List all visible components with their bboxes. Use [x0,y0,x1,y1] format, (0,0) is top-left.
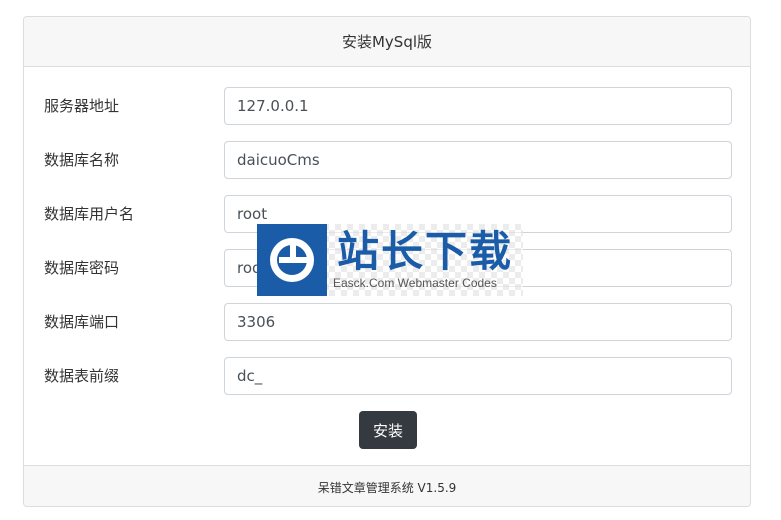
dbport-input[interactable] [224,303,732,341]
form-row-dbname: 数据库名称 [24,141,750,179]
dbname-input[interactable] [224,141,732,179]
dbuser-label: 数据库用户名 [44,205,135,223]
host-input[interactable] [224,87,732,125]
footer-version-text: 呆错文章管理系统 V1.5.9 [317,480,457,495]
install-button[interactable]: 安装 [359,411,417,449]
form-row-prefix: 数据表前缀 [24,357,750,395]
watermark-subtitle: Easck.Com Webmaster Codes [333,276,497,290]
dbpass-label: 数据库密码 [44,259,120,277]
prefix-label: 数据表前缀 [44,367,120,385]
card-footer: 呆错文章管理系统 V1.5.9 [24,465,750,506]
watermark-overlay: 站长下载 Easck.Com Webmaster Codes [257,224,523,296]
watermark-logo-icon [257,224,327,296]
dbport-label: 数据库端口 [44,313,120,331]
dbname-label: 数据库名称 [44,151,120,169]
prefix-input[interactable] [224,357,732,395]
form-row-dbport: 数据库端口 [24,303,750,341]
page-title: 安装MySql版 [341,33,433,51]
card-header: 安装MySql版 [24,17,750,67]
form-row-host: 服务器地址 [24,87,750,125]
host-label: 服务器地址 [44,97,120,115]
watermark-title: 站长下载 [337,227,514,276]
